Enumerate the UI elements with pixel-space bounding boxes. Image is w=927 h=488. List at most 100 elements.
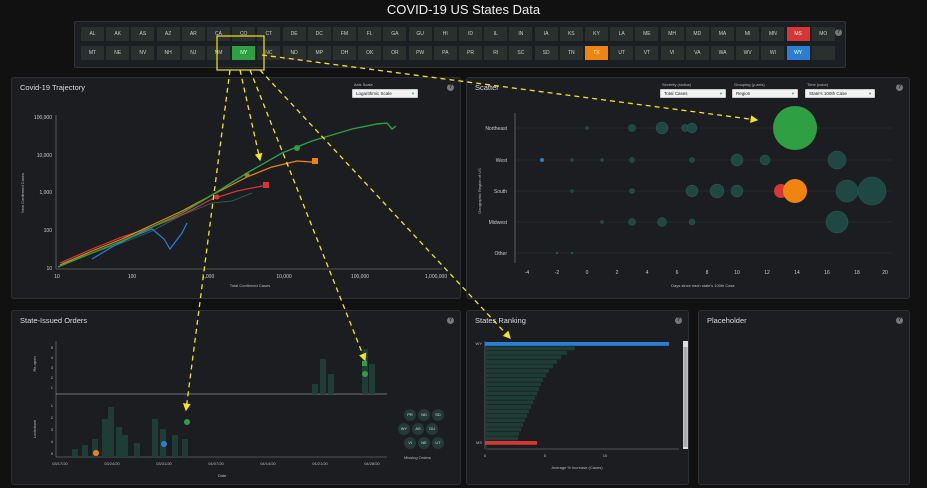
bubble <box>629 157 635 163</box>
ranking-help-icon[interactable]: ? <box>675 317 682 324</box>
missing-order-ut[interactable]: UT <box>432 437 444 449</box>
state-button-oh[interactable]: OH <box>333 46 356 60</box>
state-button-ut[interactable]: UT <box>610 46 634 60</box>
state-button-sc[interactable]: SC <box>509 46 533 60</box>
state-button-de[interactable]: DE <box>282 27 306 41</box>
state-button-fl[interactable]: FL <box>358 27 382 41</box>
severity-select[interactable]: Total Cases ▼ <box>660 89 726 98</box>
missing-order-pr[interactable]: PR <box>404 409 416 421</box>
trajectory-help-icon[interactable]: ? <box>447 84 454 91</box>
state-button-gu[interactable]: GU <box>408 27 432 41</box>
missing-order-gu[interactable]: GU <box>426 423 438 435</box>
time-select[interactable]: State's 100th Case ▼ <box>805 89 875 98</box>
axis-scale-select[interactable]: Logarithmic Scale ▼ <box>352 89 418 98</box>
x-tick: 04/21/20 <box>312 461 328 466</box>
state-button-co[interactable]: CO <box>232 27 256 41</box>
missing-order-as[interactable]: AS <box>412 423 424 435</box>
missing-order-sd[interactable]: SD <box>432 409 444 421</box>
state-button-vt[interactable]: VT <box>635 46 659 60</box>
state-selector-help-icon[interactable]: ? <box>835 29 842 36</box>
state-button-fm[interactable]: FM <box>333 27 356 41</box>
state-button-mp[interactable]: MP <box>307 46 331 60</box>
missing-order-ne[interactable]: NE <box>418 437 430 449</box>
state-button-as[interactable]: AS <box>131 27 155 41</box>
trajectory-marker-ny-2 <box>244 172 250 178</box>
state-button-wa[interactable]: WA <box>711 46 734 60</box>
state-button-in[interactable]: IN <box>509 27 533 41</box>
state-button-mn[interactable]: MN <box>761 27 785 41</box>
severity-label: Severity (radius) <box>662 82 692 87</box>
state-button-or[interactable]: OR <box>383 46 407 60</box>
state-button-ky[interactable]: KY <box>585 27 608 41</box>
state-button-al[interactable]: AL <box>81 27 104 41</box>
grouping-select[interactable]: Region ▼ <box>732 89 798 98</box>
state-button-hi[interactable]: HI <box>433 27 457 41</box>
state-button-mh[interactable]: MH <box>660 27 684 41</box>
trajectory-line-ny <box>57 122 397 268</box>
state-button-pw[interactable]: PW <box>408 46 432 60</box>
state-button-nv[interactable]: NV <box>131 46 155 60</box>
state-button-ok[interactable]: OK <box>358 46 382 60</box>
state-button-va[interactable]: VA <box>685 46 709 60</box>
state-button-vi[interactable]: VI <box>660 46 684 60</box>
state-button-ms[interactable]: MS <box>786 27 810 41</box>
order-bar <box>328 374 334 394</box>
state-button-ak[interactable]: AK <box>106 27 130 41</box>
state-button-ks[interactable]: KS <box>559 27 583 41</box>
state-button-ct[interactable]: CT <box>257 27 281 41</box>
ranking-bar <box>485 360 557 364</box>
state-button-nh[interactable]: NH <box>156 46 180 60</box>
state-button-wy[interactable]: WY <box>786 46 810 60</box>
orders-chart: Re-open Lockdown 5 4 3 2 1 1 2 3 4 5 03/… <box>32 341 387 478</box>
trajectory-title: Covid-19 Trajectory <box>20 83 86 92</box>
trajectory-chart: 100,000 10,000 1,000 100 10 10 100 1,000… <box>20 115 447 288</box>
state-button-pa[interactable]: PA <box>433 46 457 60</box>
state-button-sd[interactable]: SD <box>534 46 558 60</box>
order-marker-ny-reopen <box>362 361 367 366</box>
state-button-nc[interactable]: NC <box>257 46 281 60</box>
missing-order-wy[interactable]: WY <box>398 423 410 435</box>
placeholder-help-icon[interactable]: ? <box>896 317 903 324</box>
state-button-az[interactable]: AZ <box>156 27 180 41</box>
missing-order-vi[interactable]: VI <box>404 437 416 449</box>
state-button-md[interactable]: MD <box>685 27 709 41</box>
state-button-tx[interactable]: TX <box>585 46 608 60</box>
ranking-bar <box>485 414 527 418</box>
state-button-la[interactable]: LA <box>610 27 634 41</box>
state-button-ne[interactable]: NE <box>106 46 130 60</box>
order-bar <box>369 364 375 394</box>
orders-help-icon[interactable]: ? <box>447 317 454 324</box>
state-button-wi[interactable]: WI <box>761 46 785 60</box>
state-button-ca[interactable]: CA <box>207 27 230 41</box>
state-button-ia[interactable]: IA <box>534 27 558 41</box>
state-button-nm[interactable]: NM <box>207 46 230 60</box>
x-tick: 4 <box>646 270 649 276</box>
scatter-help-icon[interactable]: ? <box>896 84 903 91</box>
state-button-ma[interactable]: MA <box>711 27 734 41</box>
state-button-mi[interactable]: MI <box>736 27 760 41</box>
order-bar <box>122 435 128 457</box>
state-button-ar[interactable]: AR <box>181 27 205 41</box>
state-button-il[interactable]: IL <box>484 27 508 41</box>
state-button-me[interactable]: ME <box>635 27 659 41</box>
state-button-mo[interactable]: MO <box>811 27 835 41</box>
state-button-ri[interactable]: RI <box>484 46 508 60</box>
state-button-id[interactable]: ID <box>459 27 482 41</box>
state-button-ny[interactable]: NY <box>232 46 256 60</box>
x-tick: 1,000,000 <box>425 274 447 280</box>
orders-xlabel: Date <box>218 473 227 478</box>
state-button-tn[interactable]: TN <box>559 46 583 60</box>
state-button-mt[interactable]: MT <box>81 46 104 60</box>
trajectory-yticks: 100,000 10,000 1,000 100 10 <box>34 115 52 272</box>
order-marker-ny <box>184 419 190 425</box>
state-button-pr[interactable]: PR <box>459 46 482 60</box>
state-button-wv[interactable]: WV <box>736 46 760 60</box>
missing-order-nd[interactable]: ND <box>418 409 430 421</box>
scatter-xlabel: Days since each state's 100th Case <box>671 283 735 288</box>
state-button-nd[interactable]: ND <box>282 46 306 60</box>
ranking-state-label: MS <box>476 440 482 445</box>
state-button-dc[interactable]: DC <box>307 27 331 41</box>
state-button-nj[interactable]: NJ <box>181 46 205 60</box>
axis-scale-value: Logarithmic Scale <box>356 91 392 96</box>
state-button-ga[interactable]: GA <box>383 27 407 41</box>
